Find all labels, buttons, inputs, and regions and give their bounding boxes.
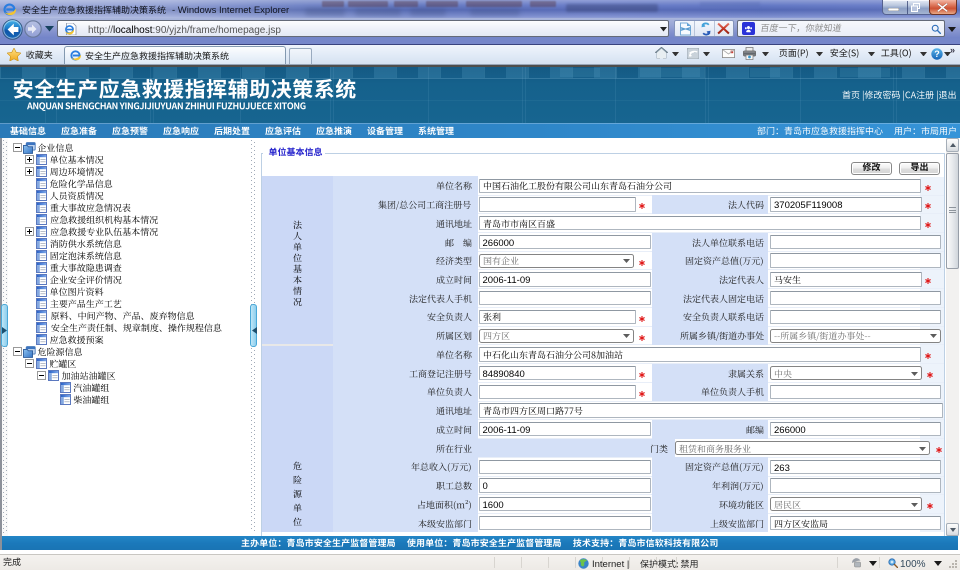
svg-text:?: ?	[934, 49, 940, 59]
